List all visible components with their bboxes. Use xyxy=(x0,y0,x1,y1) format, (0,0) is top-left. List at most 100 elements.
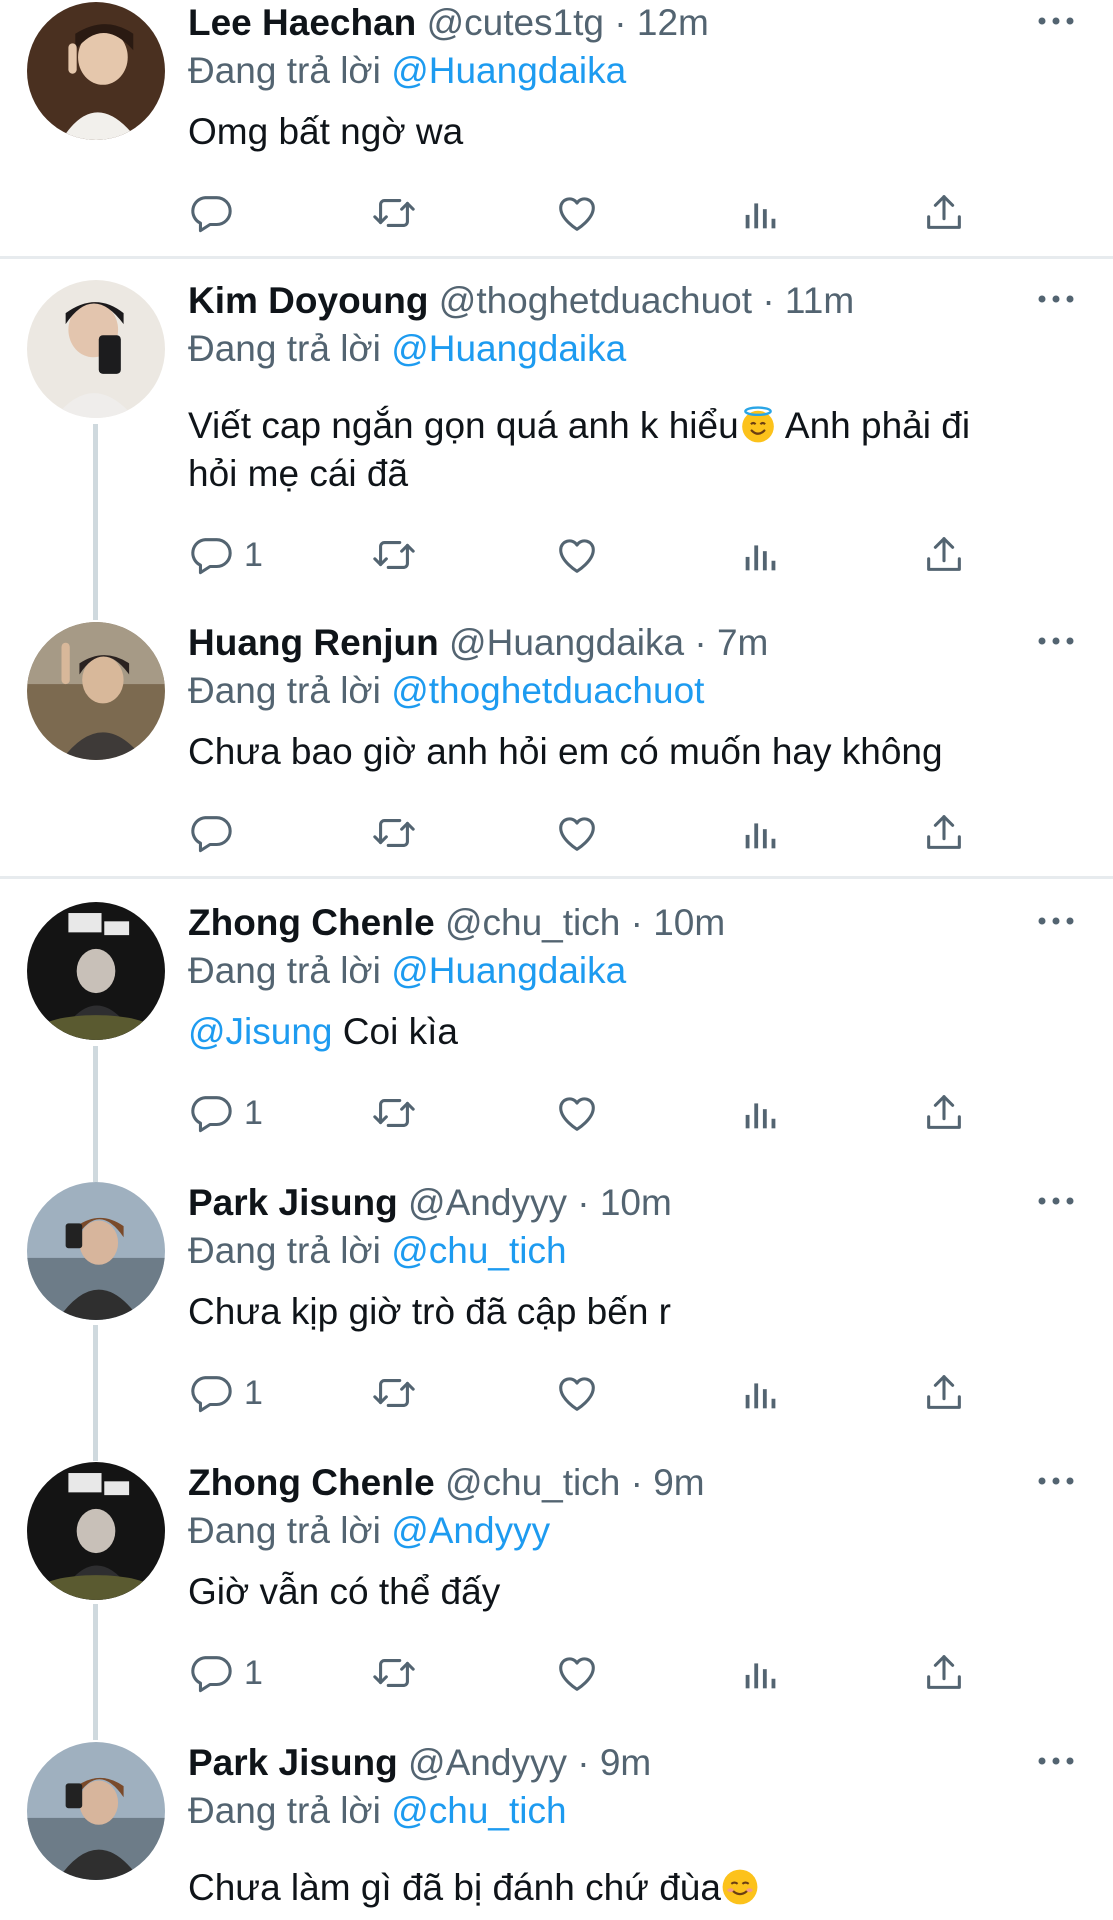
handle[interactable]: @chu_tich xyxy=(445,902,620,943)
separator-dot: · xyxy=(762,280,775,321)
retweet-button[interactable] xyxy=(371,1648,417,1698)
more-icon[interactable] xyxy=(1036,914,1076,944)
views-button[interactable] xyxy=(738,1088,784,1138)
display-name[interactable]: Zhong Chenle xyxy=(188,1462,435,1503)
timestamp[interactable]: 7m xyxy=(717,622,768,663)
more-icon[interactable] xyxy=(1036,14,1076,44)
reply-button[interactable]: 1 xyxy=(188,1368,263,1418)
retweet-button[interactable] xyxy=(371,1368,417,1418)
timestamp[interactable]: 10m xyxy=(600,1182,672,1223)
retweet-button[interactable] xyxy=(371,188,417,238)
avatar[interactable] xyxy=(27,1742,165,1880)
timestamp[interactable]: 11m xyxy=(785,280,854,321)
timestamp[interactable]: 9m xyxy=(600,1742,651,1783)
timestamp[interactable]: 10m xyxy=(653,902,725,943)
more-icon[interactable] xyxy=(1036,1754,1076,1784)
share-button[interactable] xyxy=(921,808,967,858)
share-button[interactable] xyxy=(921,188,967,238)
tweet-text-content: Chưa bao giờ anh hỏi em có muốn hay khôn… xyxy=(188,731,943,772)
reply-button[interactable]: 1 xyxy=(188,530,263,580)
action-bar: 1 xyxy=(188,1648,988,1698)
avatar[interactable] xyxy=(27,2,165,140)
retweet-button[interactable] xyxy=(371,808,417,858)
replying-to: Đang trả lời @Huangdaika xyxy=(188,948,626,994)
tweet-text: @Jisung Coi kìa xyxy=(188,1008,1068,1056)
separator-dot: · xyxy=(630,1462,643,1503)
tweet-text-content: Viết cap ngắn gọn quá anh k hiểu xyxy=(188,405,739,446)
like-button[interactable] xyxy=(554,1368,600,1418)
views-button[interactable] xyxy=(738,808,784,858)
handle[interactable]: @cutes1tg xyxy=(427,2,604,43)
reply-mention-link[interactable]: @Huangdaika xyxy=(391,50,626,91)
avatar[interactable] xyxy=(27,280,165,418)
views-icon xyxy=(738,1090,784,1136)
reply-mention-link[interactable]: @chu_tich xyxy=(391,1230,566,1271)
views-button[interactable] xyxy=(738,530,784,580)
views-icon xyxy=(738,810,784,856)
more-icon[interactable] xyxy=(1036,634,1076,664)
retweet-icon xyxy=(371,1650,417,1696)
tweet-text: Chưa bao giờ anh hỏi em có muốn hay khôn… xyxy=(188,728,1068,776)
like-button[interactable] xyxy=(554,1648,600,1698)
more-icon[interactable] xyxy=(1036,292,1076,322)
reply-mention-link[interactable]: @Huangdaika xyxy=(391,328,626,369)
views-button[interactable] xyxy=(738,1648,784,1698)
display-name[interactable]: Huang Renjun xyxy=(188,622,439,663)
handle[interactable]: @thoghetduachuot xyxy=(439,280,752,321)
share-button[interactable] xyxy=(921,1368,967,1418)
reply-icon xyxy=(188,190,234,236)
share-button[interactable] xyxy=(921,1088,967,1138)
like-button[interactable] xyxy=(554,530,600,580)
avatar[interactable] xyxy=(27,1182,165,1320)
reply-button[interactable]: 1 xyxy=(188,1648,263,1698)
display-name[interactable]: Kim Doyoung xyxy=(188,280,428,321)
display-name[interactable]: Park Jisung xyxy=(188,1742,398,1783)
avatar[interactable] xyxy=(27,1462,165,1600)
tweet-text-content: Omg bất ngờ wa xyxy=(188,111,464,152)
reply-mention-link[interactable]: @chu_tich xyxy=(391,1790,566,1831)
halo-emoji xyxy=(739,406,777,444)
views-icon xyxy=(738,532,784,578)
tweet-text-content: Chưa kịp giờ trò đã cập bến r xyxy=(188,1291,672,1332)
replying-to-label: Đang trả lời xyxy=(188,328,381,369)
handle[interactable]: @Andyyy xyxy=(408,1742,567,1783)
handle[interactable]: @Huangdaika xyxy=(449,622,684,663)
separator-dot: · xyxy=(577,1742,590,1783)
views-button[interactable] xyxy=(738,188,784,238)
timestamp[interactable]: 12m xyxy=(637,2,709,43)
more-icon[interactable] xyxy=(1036,1474,1076,1504)
reply-button[interactable] xyxy=(188,808,244,858)
separator-dot: · xyxy=(630,902,643,943)
mention-link[interactable]: @Jisung xyxy=(188,1011,333,1052)
more-icon[interactable] xyxy=(1036,1194,1076,1224)
share-icon xyxy=(921,532,967,578)
like-button[interactable] xyxy=(554,808,600,858)
replying-to-label: Đang trả lời xyxy=(188,50,381,91)
display-name[interactable]: Lee Haechan xyxy=(188,2,416,43)
like-icon xyxy=(554,1650,600,1696)
reply-mention-link[interactable]: @thoghetduachuot xyxy=(391,670,704,711)
reply-mention-link[interactable]: @Huangdaika xyxy=(391,950,626,991)
retweet-button[interactable] xyxy=(371,1088,417,1138)
avatar[interactable] xyxy=(27,902,165,1040)
reply-icon xyxy=(188,1090,234,1136)
action-bar xyxy=(188,188,988,238)
reply-button[interactable]: 1 xyxy=(188,1088,263,1138)
like-button[interactable] xyxy=(554,188,600,238)
views-button[interactable] xyxy=(738,1368,784,1418)
like-button[interactable] xyxy=(554,1088,600,1138)
reply-mention-link[interactable]: @Andyyy xyxy=(391,1510,550,1551)
handle[interactable]: @Andyyy xyxy=(408,1182,567,1223)
avatar[interactable] xyxy=(27,622,165,760)
display-name[interactable]: Zhong Chenle xyxy=(188,902,435,943)
reply-button[interactable] xyxy=(188,188,244,238)
retweet-button[interactable] xyxy=(371,530,417,580)
display-name[interactable]: Park Jisung xyxy=(188,1182,398,1223)
share-button[interactable] xyxy=(921,530,967,580)
tweet-text: Chưa làm gì đã bị đánh chứ đùa xyxy=(188,1864,1068,1912)
like-icon xyxy=(554,532,600,578)
share-button[interactable] xyxy=(921,1648,967,1698)
timestamp[interactable]: 9m xyxy=(653,1462,704,1503)
handle[interactable]: @chu_tich xyxy=(445,1462,620,1503)
replying-to-label: Đang trả lời xyxy=(188,670,381,711)
